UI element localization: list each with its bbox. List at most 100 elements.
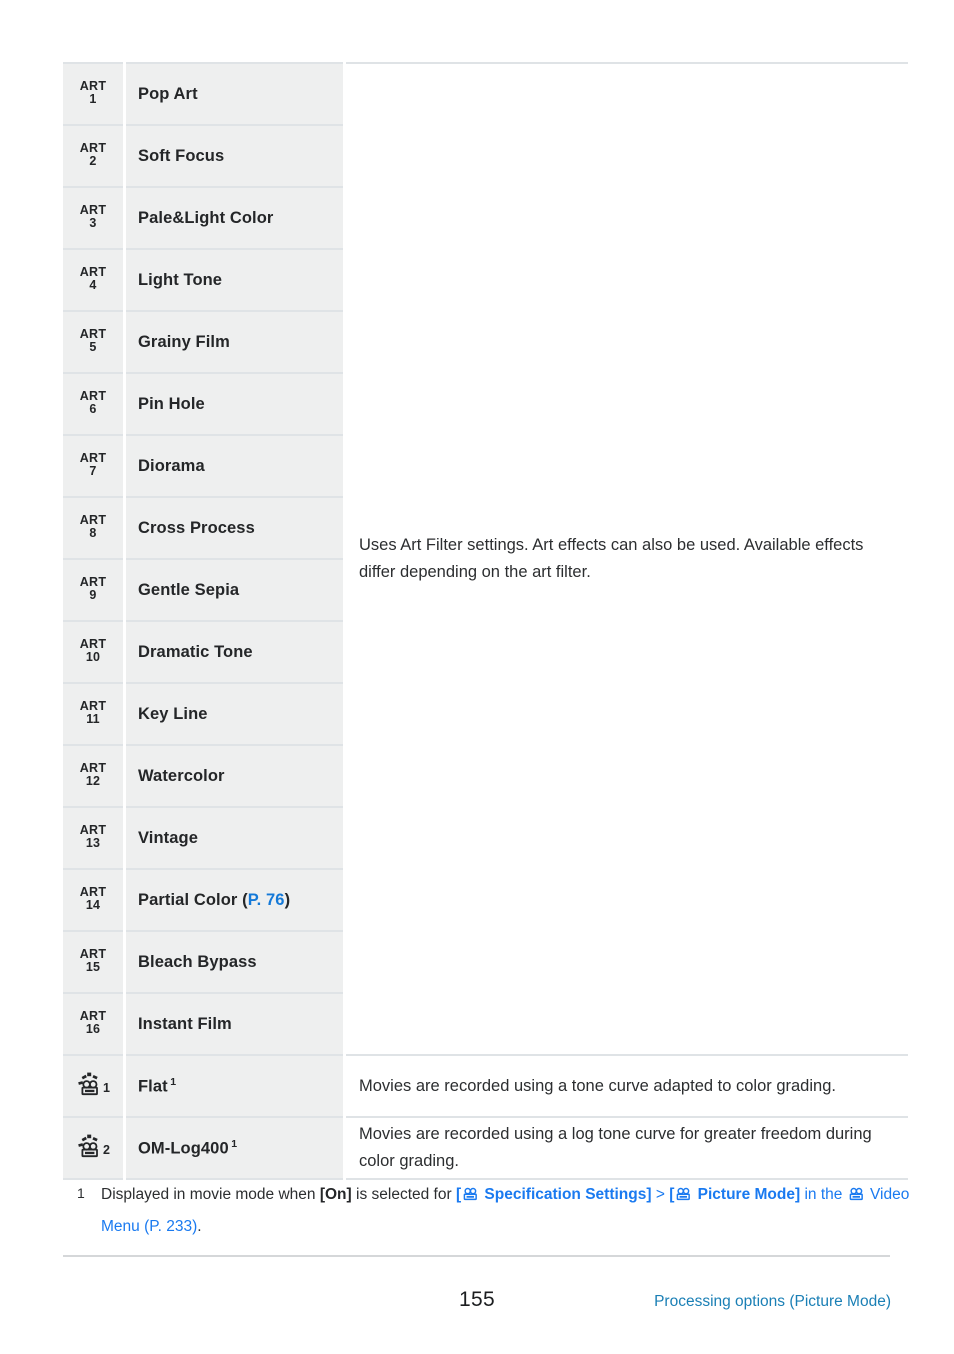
footnote-link-picture-mode[interactable]: Picture Mode] <box>693 1186 801 1203</box>
art-badge-icon: ART 13 <box>80 824 107 850</box>
art-icon-cell: ART 15 <box>63 930 126 993</box>
art-badge-number: 11 <box>86 712 100 727</box>
footnote-on-label: [On] <box>319 1186 352 1203</box>
art-icon-cell: ART 9 <box>63 558 126 621</box>
art-badge-word: ART <box>79 264 107 279</box>
picture-mode-name: Watercolor <box>124 744 345 807</box>
art-icon-cell: ART 1 <box>63 62 126 125</box>
video-camera-icon <box>675 1182 692 1212</box>
picture-mode-description: Movies are recorded using a tone curve a… <box>343 1054 908 1117</box>
picture-mode-table: ART 1 Pop Art Uses Art Filter settings. … <box>63 62 908 1180</box>
picture-mode-name-flat: Flat 1 <box>124 1054 345 1117</box>
picture-mode-name-with-link: Partial Color (P. 76) <box>124 868 345 931</box>
picture-mode-name: OM-Log400 <box>138 1139 229 1158</box>
art-badge-word: ART <box>79 512 107 527</box>
picture-mode-name-omlog: OM-Log400 1 <box>124 1116 345 1180</box>
footnote-text-3: in the <box>800 1186 847 1203</box>
picture-mode-name: Cross Process <box>124 496 345 559</box>
art-badge-number: 1 <box>89 92 97 107</box>
footnote-marker: 1 <box>231 1137 238 1150</box>
art-icon-cell: ART 2 <box>63 124 126 187</box>
picture-mode-name: Vintage <box>124 806 345 869</box>
art-badge-number: 8 <box>89 526 97 541</box>
art-icon-cell: ART 14 <box>63 868 126 931</box>
art-badge-icon: ART 14 <box>80 886 107 912</box>
art-badge-number: 2 <box>89 154 97 169</box>
art-badge-icon: ART 8 <box>80 514 107 540</box>
art-badge-number: 5 <box>89 340 97 355</box>
art-icon-cell: ART 10 <box>63 620 126 683</box>
art-badge-word: ART <box>79 140 107 155</box>
picture-mode-description: Movies are recorded using a log tone cur… <box>343 1116 908 1180</box>
art-icon-cell: ART 3 <box>63 186 126 249</box>
art-badge-icon: ART 11 <box>80 700 107 726</box>
art-badge-icon: ART 12 <box>80 762 107 788</box>
art-badge-word: ART <box>79 326 107 341</box>
art-badge-number: 16 <box>85 1022 101 1037</box>
art-badge-number: 7 <box>89 464 97 479</box>
art-badge-word: ART <box>79 78 107 93</box>
footer-divider <box>63 1255 890 1257</box>
art-icon-cell: ART 12 <box>63 744 126 807</box>
art-badge-word: ART <box>79 450 107 465</box>
table-body: ART 1 Pop Art Uses Art Filter settings. … <box>63 62 908 1180</box>
art-badge-number: 10 <box>85 650 101 665</box>
art-badge-icon: ART 9 <box>80 576 107 602</box>
movie-camera-sparkle-icon: 2 <box>76 1134 110 1158</box>
picture-mode-name: Pop Art <box>124 62 345 125</box>
picture-mode-name: Partial Color <box>138 890 238 909</box>
paren-open: ( <box>237 890 248 909</box>
picture-mode-name: Bleach Bypass <box>124 930 345 993</box>
art-badge-number: 6 <box>89 402 97 417</box>
art-badge-number: 3 <box>89 216 97 231</box>
art-badge-icon: ART 5 <box>80 328 107 354</box>
footer-chapter-link[interactable]: Processing options (Picture Mode) <box>654 1293 891 1311</box>
picture-mode-name: Dramatic Tone <box>124 620 345 683</box>
art-icon-cell: ART 6 <box>63 372 126 435</box>
movie-icon-cell: 1 <box>63 1054 126 1117</box>
video-camera-icon <box>462 1182 479 1212</box>
picture-mode-name: Flat <box>138 1077 168 1096</box>
art-icon-cell: ART 7 <box>63 434 126 497</box>
picture-mode-name: Light Tone <box>124 248 345 311</box>
movie-icon-number: 2 <box>103 1143 110 1157</box>
page-reference-link[interactable]: P. 76 <box>248 891 285 909</box>
art-badge-icon: ART 16 <box>80 1010 107 1036</box>
art-filter-description: Uses Art Filter settings. Art effects ca… <box>343 62 908 1055</box>
art-icon-cell: ART 8 <box>63 496 126 559</box>
footnote-separator: > <box>651 1186 670 1203</box>
picture-mode-name: Key Line <box>124 682 345 745</box>
art-icon-cell: ART 11 <box>63 682 126 745</box>
footnote-text-2: is selected for <box>351 1186 456 1203</box>
art-badge-icon: ART 7 <box>80 452 107 478</box>
art-badge-number: 14 <box>85 898 101 913</box>
art-icon-cell: ART 4 <box>63 248 126 311</box>
art-badge-icon: ART 6 <box>80 390 107 416</box>
art-badge-word: ART <box>79 822 107 837</box>
art-icon-cell: ART 16 <box>63 992 126 1055</box>
picture-mode-name: Pale&Light Color <box>124 186 345 249</box>
art-badge-word: ART <box>79 1008 107 1023</box>
art-badge-word: ART <box>79 636 107 651</box>
footnote-bracket-open-2: [ <box>669 1186 675 1203</box>
art-badge-number: 9 <box>89 588 97 603</box>
paren-close: ) <box>284 890 291 909</box>
art-badge-number: 13 <box>85 836 101 851</box>
footnote-link-specification-settings[interactable]: Specification Settings] <box>480 1186 651 1203</box>
table-row: 2 OM-Log400 1 Movies are recorded using a… <box>63 1116 908 1180</box>
table-row: 1 Flat 1 Movies are recorded using a tone… <box>63 1054 908 1117</box>
art-badge-word: ART <box>79 884 107 899</box>
footnote-page-reference[interactable]: (P. 233) <box>140 1218 197 1235</box>
art-badge-icon: ART 3 <box>80 204 107 230</box>
picture-mode-name: Diorama <box>124 434 345 497</box>
movie-icon-cell: 2 <box>63 1116 126 1180</box>
art-badge-number: 12 <box>85 774 101 789</box>
movie-icon-number: 1 <box>103 1081 110 1095</box>
art-badge-number: 15 <box>85 960 101 975</box>
art-badge-word: ART <box>79 698 107 713</box>
footnote-marker: 1 <box>170 1075 177 1088</box>
footnote-number: 1 <box>77 1185 85 1201</box>
footnote-body: Displayed in movie mode when [On] is sel… <box>63 1180 913 1242</box>
art-icon-cell: ART 5 <box>63 310 126 373</box>
art-badge-word: ART <box>79 760 107 775</box>
